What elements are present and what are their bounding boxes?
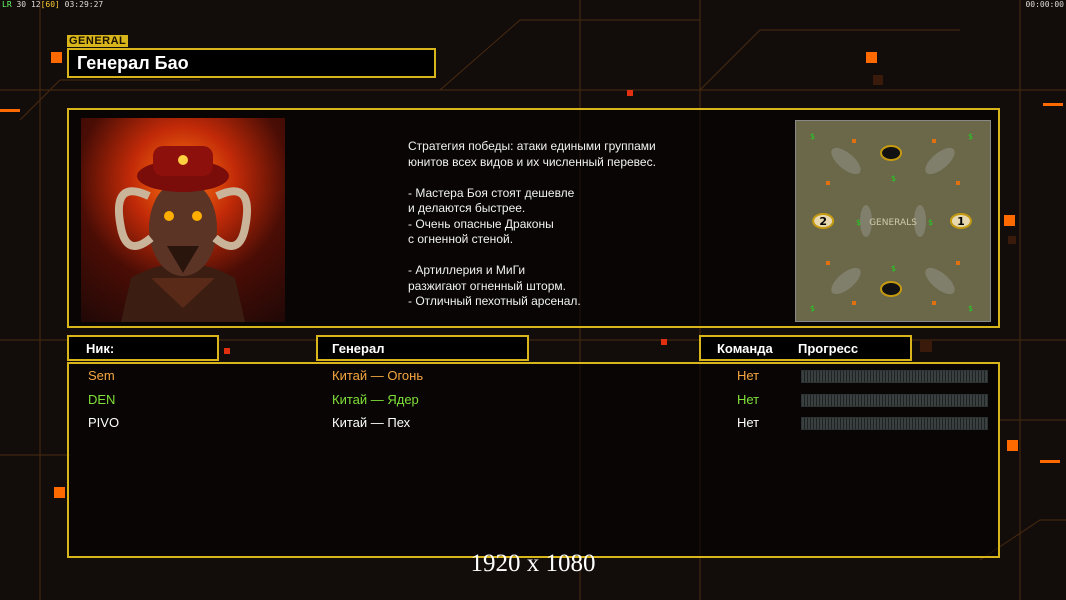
player-row[interactable]: DEN Китай — Ядер Нет: [69, 389, 998, 411]
section-tag: GENERAL: [67, 35, 129, 47]
general-portrait: [81, 118, 285, 322]
horned-general-portrait-icon: [114, 146, 252, 322]
general-info-panel: Стратегия победы: атаки едиными группами…: [67, 108, 1000, 328]
general-column-header: Генерал: [316, 335, 529, 361]
nick-header-label: Ник:: [86, 341, 115, 356]
svg-text:$: $: [968, 132, 973, 141]
player-list: Sem Китай — Огонь Нет DEN Китай — Ядер Нет PIV…: [67, 362, 1000, 558]
player-team[interactable]: Нет: [737, 368, 759, 383]
general-title-box: Генерал Бао: [67, 48, 436, 78]
start-position-marker[interactable]: [880, 145, 903, 161]
svg-text:$: $: [810, 132, 815, 141]
map-logo: GENERALS: [869, 218, 917, 228]
svg-text:$: $: [856, 218, 861, 227]
player-team[interactable]: Нет: [737, 415, 759, 430]
player-nick: PIVO: [88, 415, 120, 430]
resolution-label: 1920 x 1080: [470, 550, 596, 577]
hud-fps: 30: [16, 0, 27, 9]
map-preview-icon: $ $ $ $ $ $ $ $ GENERALS 2 1: [796, 121, 990, 321]
player-progress-bar: [801, 393, 988, 407]
player-general[interactable]: Китай — Ядер: [332, 392, 419, 407]
svg-text:$: $: [891, 174, 896, 183]
general-description: Стратегия победы: атаки едиными группами…: [408, 139, 656, 308]
svg-text:$: $: [891, 264, 896, 273]
hud-clock: 03:29:27: [64, 0, 104, 9]
start-position-label: 2: [819, 215, 827, 228]
start-position-label: 1: [957, 215, 965, 228]
hud-prefix: LR: [2, 0, 12, 9]
team-progress-header: Команда Прогресс: [699, 335, 912, 361]
start-position-marker[interactable]: [880, 281, 903, 297]
player-row[interactable]: Sem Китай — Огонь Нет: [69, 365, 998, 387]
map-preview[interactable]: $ $ $ $ $ $ $ $ GENERALS 2 1: [795, 120, 991, 322]
player-nick: DEN: [88, 391, 116, 407]
player-team[interactable]: Нет: [737, 392, 759, 407]
player-general[interactable]: Китай — Пех: [332, 415, 410, 430]
timer-overlay: 00:00:00: [1025, 0, 1064, 9]
team-header-label: Команда: [717, 341, 773, 356]
player-nick: Sem: [88, 368, 115, 383]
fps-overlay: LR 30 12[60] 03:29:27: [2, 0, 103, 9]
player-progress-bar: [801, 370, 988, 383]
hud-fps3: [60]: [40, 0, 60, 9]
progress-header-label: Прогресс: [798, 341, 859, 356]
svg-text:$: $: [968, 304, 973, 313]
hud-fps2: 12: [30, 0, 41, 9]
player-row[interactable]: PIVO Китай — Пех Нет: [69, 412, 998, 434]
svg-text:$: $: [810, 304, 815, 313]
general-name: Генерал Бао: [77, 53, 189, 73]
nick-column-header: Ник:: [67, 335, 219, 361]
general-header-label: Генерал: [332, 341, 385, 356]
player-general[interactable]: Китай — Огонь: [332, 368, 423, 383]
svg-text:$: $: [928, 218, 933, 227]
player-progress-bar: [801, 417, 988, 430]
